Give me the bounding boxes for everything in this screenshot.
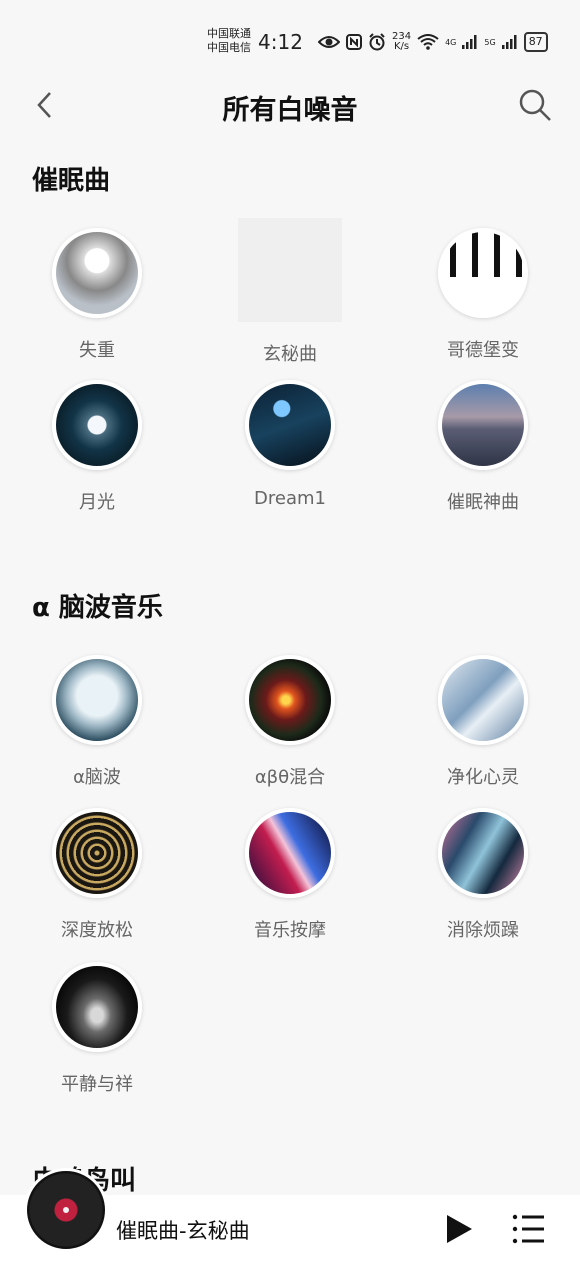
sound-item[interactable]: 消除烦躁 [403,808,563,942]
sound-label: 月光 [79,492,115,513]
astronaut-thumbnail [52,228,142,318]
moon-thumbnail [52,380,142,470]
sound-item[interactable]: 音乐按摩 [210,808,370,942]
sound-item[interactable]: 净化心灵 [403,655,563,789]
app-header: 所有白噪音 [0,70,580,140]
sound-item[interactable]: Dream1 [210,380,370,509]
sound-item[interactable]: α脑波 [17,655,177,789]
sound-label: Dream1 [254,488,326,509]
sound-label: 净化心灵 [447,767,519,788]
brain-thumbnail [52,655,142,745]
sound-item[interactable]: αβθ混合 [210,655,370,789]
sound-label: 平静与祥 [61,1074,133,1095]
sound-label: 玄秘曲 [263,344,317,365]
nfc-icon [346,34,362,50]
status-icons: 234 K/s 4G 5G 87 [318,32,548,52]
sound-item[interactable]: 玄秘曲 [210,218,370,366]
playlist-icon[interactable] [512,1212,546,1246]
sound-label: 深度放松 [61,920,133,941]
carrier-info: 中国联通 中国电信 [207,27,251,55]
sound-item[interactable]: 平静与祥 [17,962,177,1096]
page-title: 所有白噪音 [222,95,358,126]
sound-label: 消除烦躁 [447,920,519,941]
wifi-icon [417,34,439,50]
status-bar: 中国联通 中国电信 4:12 234 K/s 4G 5G 87 [0,0,580,70]
sound-item[interactable]: 失重 [17,228,177,362]
smoke-thumbnail [52,962,142,1052]
section-title-alpha-waves: α 脑波音乐 [32,593,163,623]
marble-thumbnail [438,808,528,898]
battery-icon: 87 [523,32,548,52]
piano-thumbnail [438,228,528,318]
mandala-thumbnail [52,808,142,898]
light-streak-thumbnail [245,808,335,898]
network-speed: 234 K/s [392,32,411,52]
sound-label: 哥德堡变 [447,340,519,361]
now-playing-title[interactable]: 催眠曲-玄秘曲 [116,1215,250,1245]
alarm-icon [369,33,385,51]
ink-water-thumbnail [438,655,528,745]
sound-item[interactable]: 月光 [17,380,177,514]
signal-icon [462,35,477,49]
white-noise-list[interactable]: 催眠曲 失重 玄秘曲 哥德堡变 月光 Dream1 催眠神曲 α 脑波音乐 α脑… [0,140,580,1195]
sound-item[interactable]: 深度放松 [17,808,177,942]
butterfly-thumbnail [245,380,335,470]
sound-item[interactable]: 催眠神曲 [403,380,563,514]
sound-label: α脑波 [73,767,121,788]
clock: 4:12 [258,30,303,54]
placeholder-thumbnail [238,218,342,322]
signal-icon [501,35,517,49]
speed-unit: K/s [393,41,410,52]
sound-label: αβθ混合 [254,767,326,788]
sound-label: 催眠神曲 [447,492,519,513]
search-icon[interactable] [518,88,552,122]
mini-player[interactable]: 催眠曲-玄秘曲 [0,1168,580,1280]
sound-label: 音乐按摩 [254,920,326,941]
vinyl-disc-icon[interactable] [24,1168,108,1252]
carrier-2: 中国电信 [207,41,251,54]
sound-item[interactable]: 哥德堡变 [403,228,563,362]
play-icon[interactable] [444,1213,474,1245]
swans-lake-thumbnail [438,380,528,470]
sound-label: 失重 [79,340,115,361]
network-type-1: 4G [445,37,457,47]
section-title-lullaby: 催眠曲 [32,166,111,196]
network-type-2: 5G [484,37,496,47]
fractal-thumbnail [245,655,335,745]
carrier-1: 中国联通 [207,27,251,40]
eye-icon [318,36,340,48]
